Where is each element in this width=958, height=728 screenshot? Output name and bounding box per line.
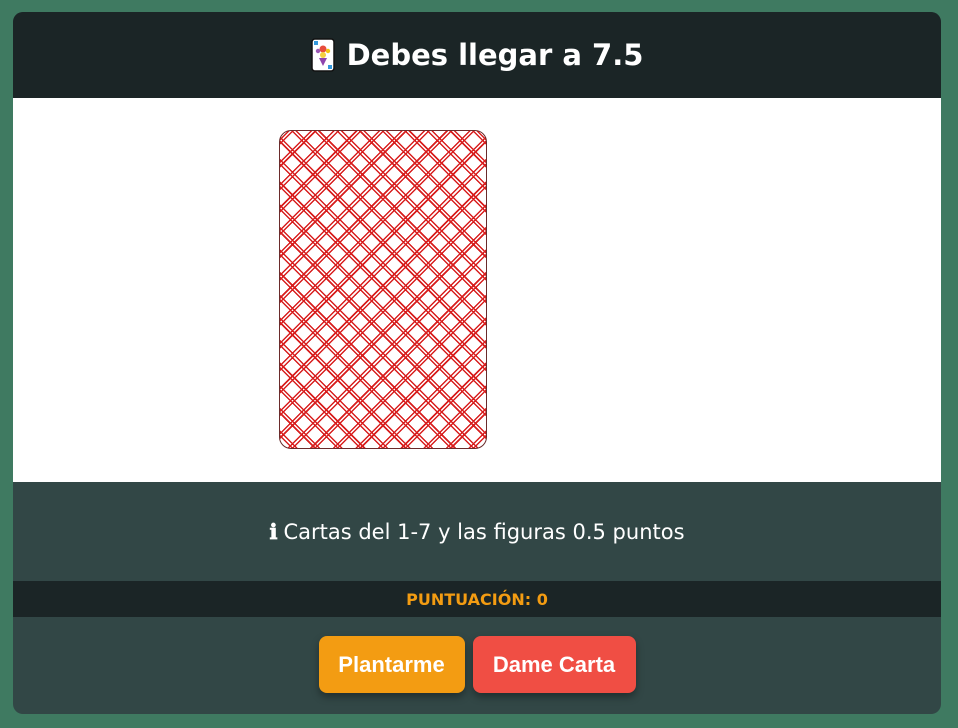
stand-button[interactable]: Plantarme [318, 636, 465, 693]
controls: Plantarme Dame Carta [13, 617, 941, 714]
joker-card-icon [310, 38, 335, 72]
card-back [279, 130, 487, 449]
info-icon: ℹ [269, 519, 278, 544]
game-panel: Debes llegar a 7.5 ℹ Cartas del 1-7 y la… [13, 12, 941, 714]
score-bar: PUNTUACIÓN: 0 [13, 581, 941, 617]
card-board [13, 98, 941, 482]
info-area: ℹ Cartas del 1-7 y las figuras 0.5 punto… [13, 482, 941, 581]
info-text: Cartas del 1-7 y las figuras 0.5 puntos [283, 519, 685, 544]
game-header: Debes llegar a 7.5 [13, 12, 941, 98]
hit-button[interactable]: Dame Carta [472, 636, 636, 693]
page-title: Debes llegar a 7.5 [346, 38, 644, 72]
score-label: PUNTUACIÓN: 0 [406, 589, 548, 609]
